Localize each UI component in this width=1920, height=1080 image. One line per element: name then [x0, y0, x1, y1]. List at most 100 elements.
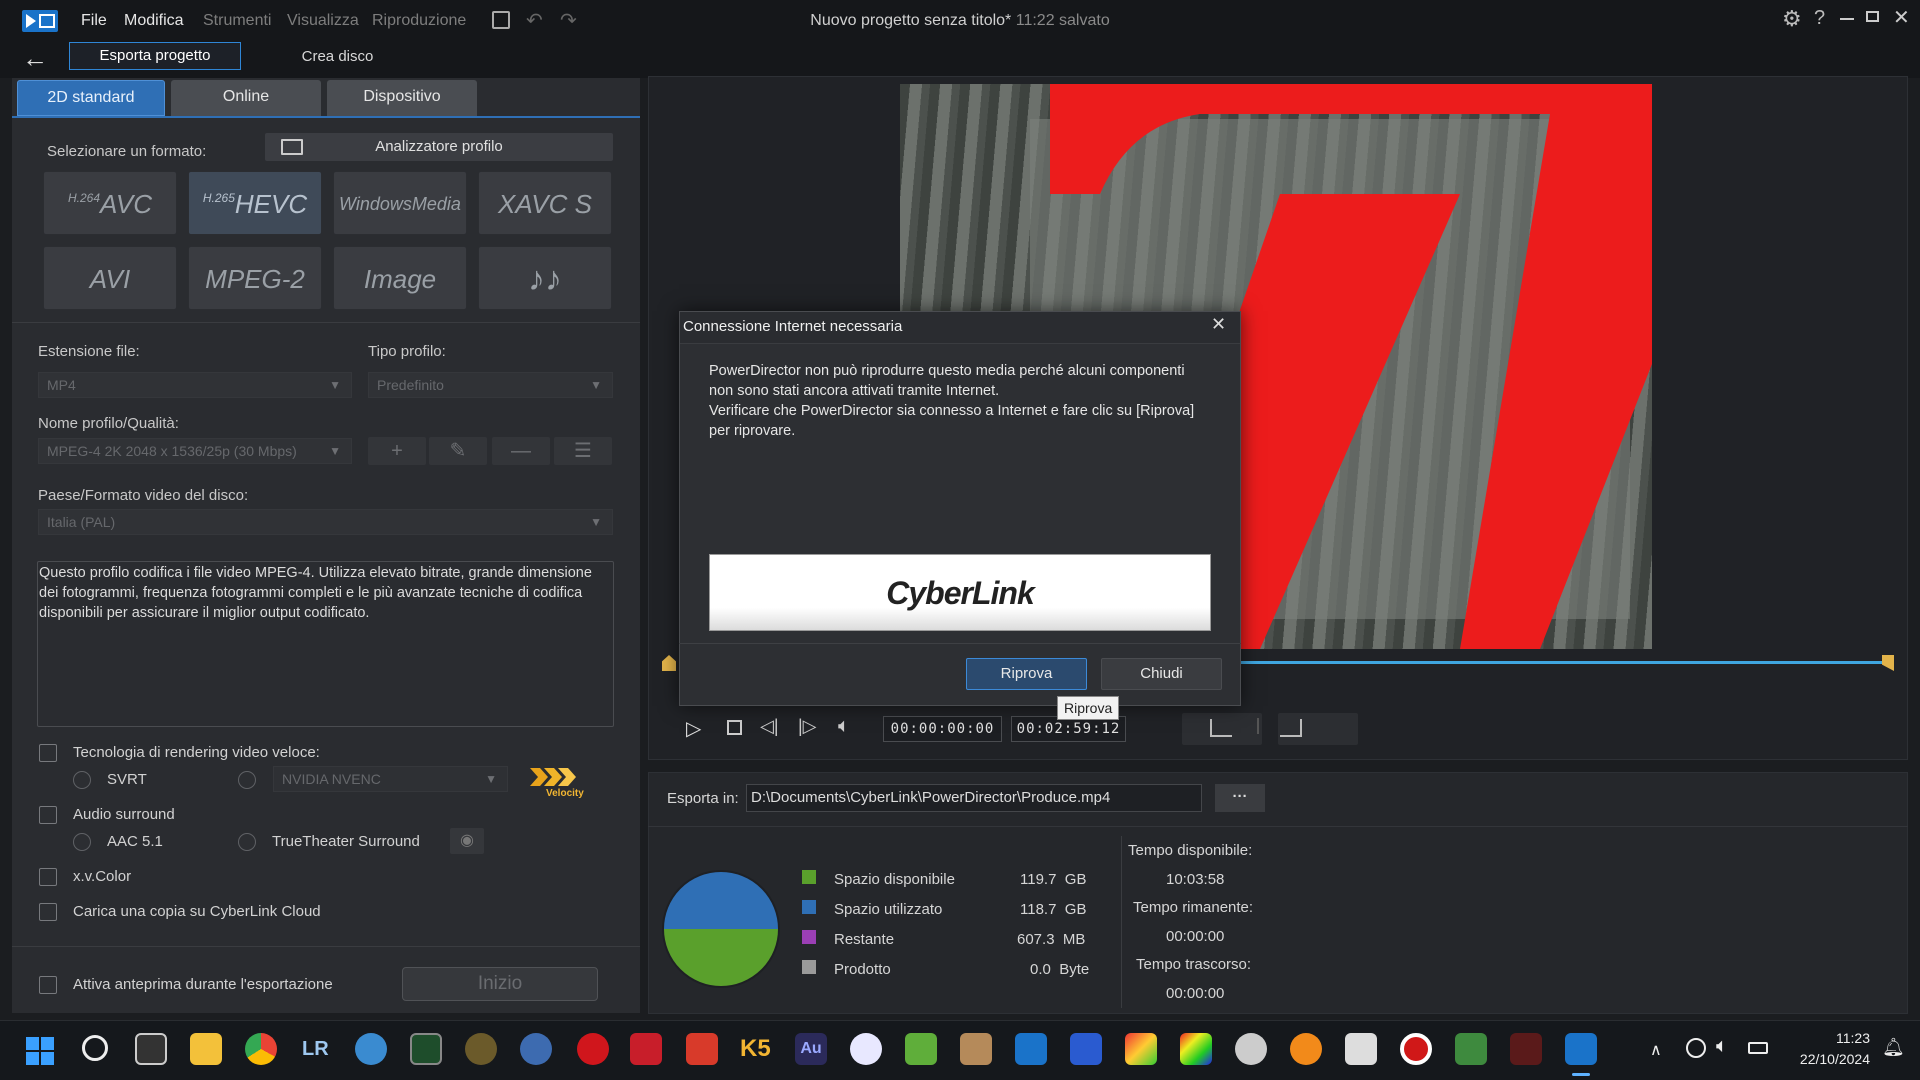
export-path-input[interactable]: D:\Documents\CyberLink\PowerDirector\Pro… — [746, 784, 1202, 812]
app-icon[interactable] — [960, 1033, 992, 1065]
format-avc-button[interactable]: H.264AVC — [43, 171, 177, 235]
true-velocity-logo: Velocity — [530, 766, 586, 802]
window-title: Nuovo progetto senza titolo* 11:22 salva… — [810, 12, 1110, 29]
app-icon[interactable] — [905, 1033, 937, 1065]
app-icon[interactable] — [1180, 1033, 1212, 1065]
powerdirector-taskbar-icon[interactable] — [1015, 1033, 1047, 1065]
app-icon[interactable] — [1455, 1033, 1487, 1065]
format-audio-button[interactable]: ♪♪ — [478, 246, 612, 310]
browse-button[interactable]: ··· — [1215, 784, 1265, 812]
prev-frame-icon[interactable]: ◁| — [760, 716, 779, 737]
search-app-icon[interactable] — [1290, 1033, 1322, 1065]
app-icon[interactable] — [1510, 1033, 1542, 1065]
retry-button[interactable]: Riprova — [966, 658, 1087, 690]
audio-surround-checkbox[interactable] — [39, 806, 57, 824]
next-frame-icon[interactable]: |▷ — [798, 716, 817, 737]
tray-chevron-up-icon[interactable]: ∧ — [1650, 1040, 1662, 1060]
tab-export-project[interactable]: Esporta progetto — [69, 42, 241, 70]
search-icon[interactable] — [82, 1035, 108, 1061]
format-windowsmedia-button[interactable]: WindowsMedia — [333, 171, 467, 235]
edit-profile-icon[interactable]: ✎ — [429, 437, 487, 465]
back-arrow-icon[interactable]: ← — [22, 43, 48, 74]
help-icon[interactable]: ? — [1814, 7, 1825, 30]
mark-in-icon[interactable] — [1210, 719, 1232, 737]
play-icon[interactable]: ▷ — [686, 716, 701, 741]
aac-radio[interactable] — [73, 833, 91, 851]
profile-analyzer-button[interactable]: Analizzatore profilo — [265, 133, 613, 161]
close-button[interactable]: Chiudi — [1101, 658, 1222, 690]
xvcolor-checkbox[interactable] — [39, 868, 57, 886]
legend-value-available: 119.7 GB — [1020, 871, 1087, 888]
aac-label: AAC 5.1 — [107, 833, 163, 850]
clock-date[interactable]: 22/10/2024 — [1780, 1051, 1870, 1067]
preview-export-checkbox[interactable] — [39, 976, 57, 994]
file-extension-dropdown[interactable]: MP4 ▼ — [38, 372, 352, 398]
chrome-icon[interactable] — [245, 1033, 277, 1065]
disc-app-icon[interactable] — [1235, 1033, 1267, 1065]
tab-2d-standard[interactable]: 2D standard — [17, 80, 165, 116]
remove-profile-icon[interactable]: — — [492, 437, 550, 465]
powerdirector-active-icon[interactable] — [1565, 1033, 1597, 1065]
file-explorer-icon[interactable] — [190, 1033, 222, 1065]
restore-icon[interactable] — [1866, 11, 1879, 22]
start-button[interactable]: Inizio — [402, 967, 598, 1001]
mark-out-icon[interactable] — [1280, 719, 1302, 737]
tab-device[interactable]: Dispositivo — [327, 80, 477, 116]
app-icon[interactable] — [1345, 1033, 1377, 1065]
nvenc-dropdown[interactable]: NVIDIA NVENC ▼ — [273, 766, 508, 792]
profile-name-dropdown[interactable]: MPEG-4 2K 2048 x 1536/25p (30 Mbps) ▼ — [38, 438, 352, 464]
surround-settings-icon[interactable]: ◉ — [450, 828, 484, 854]
notification-bell-icon[interactable]: 🔔︎ — [1882, 1037, 1905, 1058]
app-icon[interactable] — [355, 1033, 387, 1065]
terminal-icon[interactable] — [135, 1033, 167, 1065]
lightroom-icon[interactable]: LR — [302, 1038, 329, 1061]
settings-gear-icon[interactable]: ⚙ — [1782, 6, 1802, 32]
app-icon[interactable] — [630, 1033, 662, 1065]
export-to-label: Esporta in: — [667, 790, 739, 807]
app-icon[interactable] — [465, 1033, 497, 1065]
k5-app-icon[interactable]: K5 — [740, 1035, 771, 1063]
elive-app-icon[interactable] — [686, 1033, 718, 1065]
chevron-down-icon: ▼ — [485, 772, 497, 786]
nvenc-radio[interactable] — [238, 771, 256, 789]
profile-type-dropdown[interactable]: Predefinito ▼ — [368, 372, 613, 398]
profile-name-label: Nome profilo/Qualità: — [38, 415, 179, 432]
dialog-close-icon[interactable]: ✕ — [1211, 314, 1226, 335]
app-icon[interactable] — [520, 1033, 552, 1065]
divider — [1121, 836, 1122, 1008]
format-xavcs-button[interactable]: XAVC S — [478, 171, 612, 235]
format-avi-button[interactable]: AVI — [43, 246, 177, 310]
cloud-upload-checkbox[interactable] — [39, 903, 57, 921]
close-window-icon[interactable]: ✕ — [1893, 5, 1910, 30]
stop-icon[interactable] — [727, 720, 742, 735]
network-globe-icon[interactable] — [1686, 1038, 1706, 1058]
record-icon[interactable] — [1400, 1033, 1432, 1065]
clock-time[interactable]: 11:23 — [1790, 1030, 1870, 1046]
format-image-button[interactable]: Image — [333, 246, 467, 310]
microphone-app-icon[interactable] — [577, 1033, 609, 1065]
speaker-icon[interactable]: 🔈︎ — [1716, 1035, 1728, 1058]
battery-icon[interactable] — [1748, 1042, 1768, 1054]
volume-icon[interactable]: 🔈︎ — [838, 715, 850, 738]
format-mpeg2-button[interactable]: MPEG-2 — [188, 246, 322, 310]
shield-icon[interactable] — [1070, 1033, 1102, 1065]
add-profile-icon[interactable]: + — [368, 437, 426, 465]
tab-create-disc[interactable]: Crea disco — [280, 44, 395, 72]
profile-list-icon[interactable]: ☰ — [554, 437, 612, 465]
music-app-icon[interactable] — [850, 1033, 882, 1065]
format-hevc-button[interactable]: H.265HEVC — [188, 171, 322, 235]
app-icon[interactable] — [1125, 1033, 1157, 1065]
minimize-icon[interactable] — [1840, 18, 1854, 20]
fast-render-checkbox[interactable] — [39, 744, 57, 762]
svrt-radio[interactable] — [73, 771, 91, 789]
profile-analyzer-label: Analizzatore profilo — [375, 138, 503, 155]
country-format-dropdown[interactable]: Italia (PAL) ▼ — [38, 509, 613, 535]
truetheater-radio[interactable] — [238, 833, 256, 851]
dialog-divider — [679, 643, 1241, 644]
monitor-app-icon[interactable] — [410, 1033, 442, 1065]
tab-online[interactable]: Online — [171, 80, 321, 116]
windows-start-icon[interactable] — [26, 1037, 54, 1065]
chevron-down-icon: ▼ — [590, 378, 602, 392]
timeline-scrubber[interactable] — [1240, 661, 1890, 664]
audition-icon[interactable]: Au — [795, 1033, 827, 1065]
